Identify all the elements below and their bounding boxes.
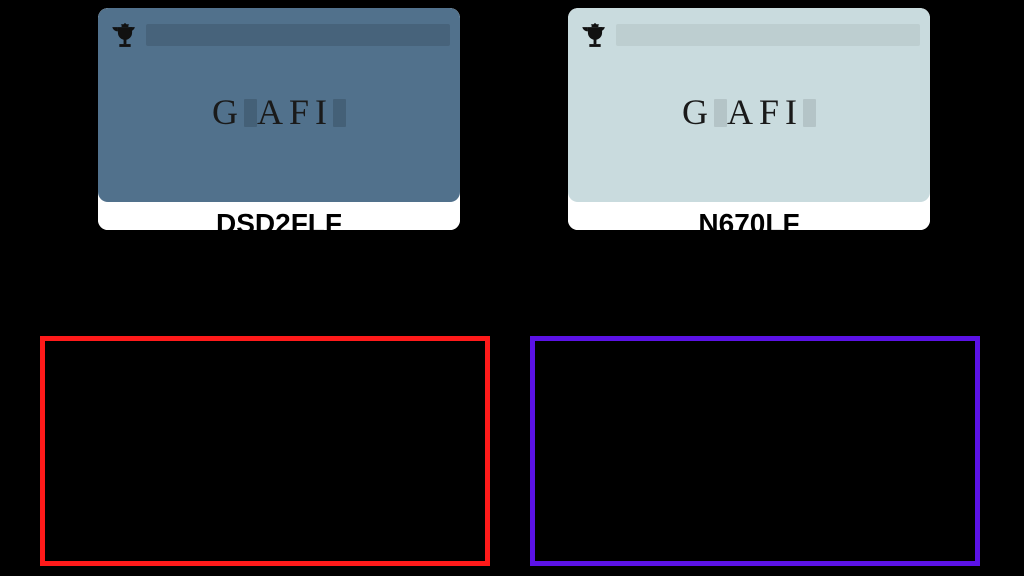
card-right-banner xyxy=(616,24,920,46)
card-left-brand: G AFI xyxy=(98,59,460,173)
card-right[interactable]: G AFI N670LF xyxy=(568,8,930,230)
brand-glyph-box xyxy=(244,99,257,127)
card-right-banner-row xyxy=(568,20,930,59)
card-left-banner-row xyxy=(98,20,460,59)
trophy-icon xyxy=(108,20,142,59)
card-left[interactable]: G AFI DSD2FLF xyxy=(98,8,460,230)
brand-text: G xyxy=(212,92,244,132)
card-right-body: G AFI xyxy=(568,8,930,202)
brand-glyph-box xyxy=(333,99,346,127)
root: G AFI DSD2FLF G AFI xyxy=(0,0,1024,576)
brand-text: AFI xyxy=(257,92,333,132)
card-left-banner xyxy=(146,24,450,46)
brand-text: G xyxy=(682,92,714,132)
brand-glyph-box xyxy=(803,99,816,127)
trophy-icon xyxy=(578,20,612,59)
frame-purple[interactable] xyxy=(530,336,980,566)
card-left-body: G AFI xyxy=(98,8,460,202)
card-right-brand: G AFI xyxy=(568,59,930,173)
brand-text: AFI xyxy=(727,92,803,132)
frame-red[interactable] xyxy=(40,336,490,566)
card-right-label: N670LF xyxy=(568,204,930,230)
card-left-label: DSD2FLF xyxy=(98,204,460,230)
brand-glyph-box xyxy=(714,99,727,127)
